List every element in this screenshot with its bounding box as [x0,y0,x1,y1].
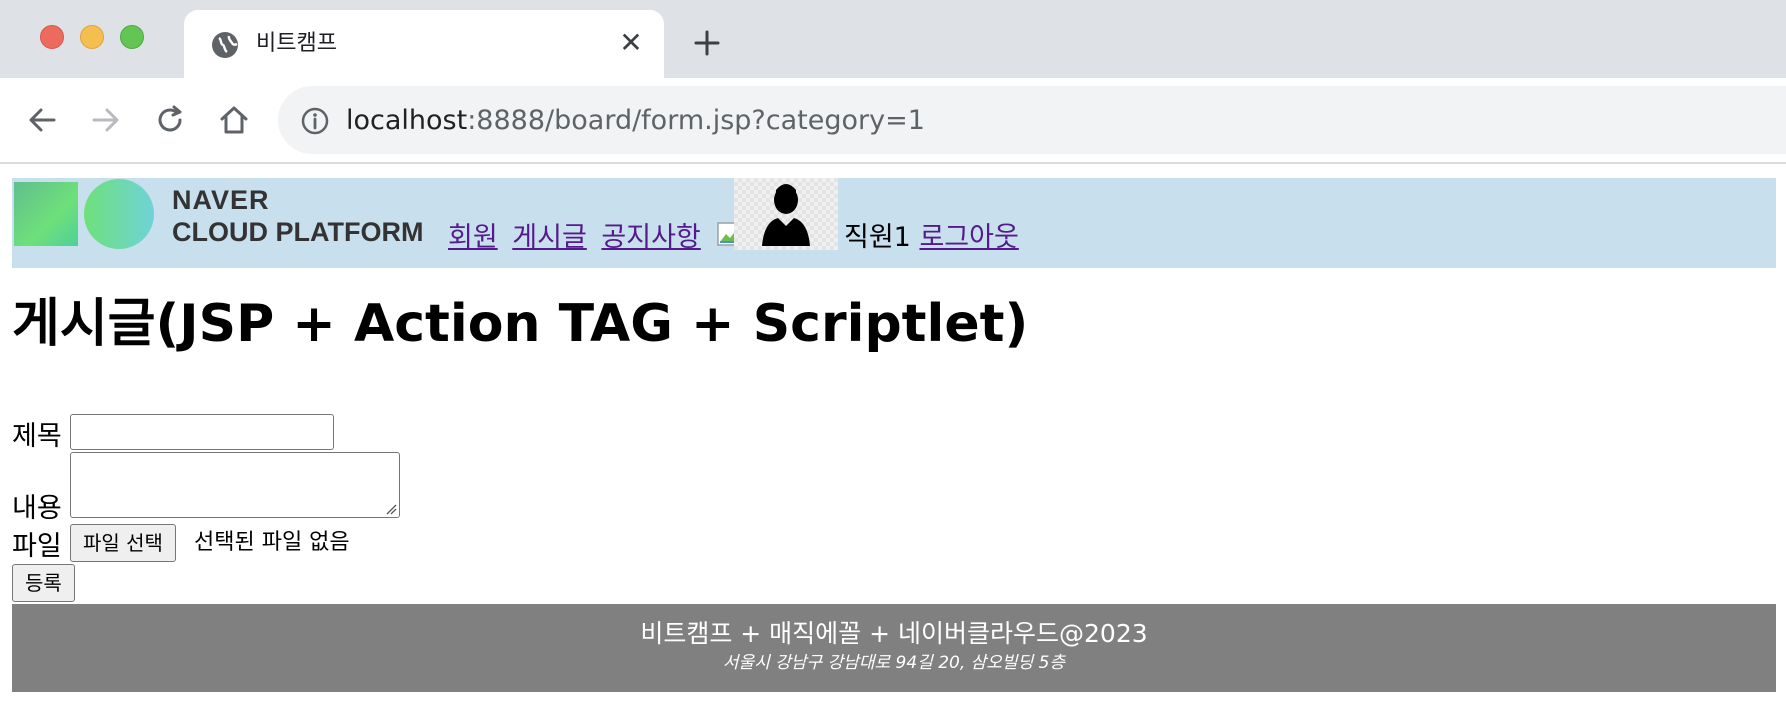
main-nav: 회원 게시글 공지사항 [448,220,747,256]
content-label: 내용 [12,493,62,524]
site-header: NAVER CLOUD PLATFORM 회원 게시글 공지사항 직원1 로그아… [12,178,1776,268]
tab-close-icon[interactable]: ✕ [616,28,646,58]
page-title: 게시글(JSP + Action TAG + Scriptlet) [12,294,1029,354]
title-row: 제목 [12,414,334,453]
tab-strip: 비트캠프 ✕ [0,0,1786,78]
address-bar[interactable]: localhost:8888/board/form.jsp?category=1 [278,86,1786,154]
logout-link[interactable]: 로그아웃 [919,222,1018,253]
url-host: localhost [346,105,468,136]
user-area: 직원1 로그아웃 [844,220,1019,256]
window-close-button[interactable] [40,25,64,49]
browser-tab[interactable]: 비트캠프 ✕ [184,10,664,78]
arrow-right-icon[interactable] [88,102,124,138]
site-footer: 비트캠프 + 매직에꼴 + 네이버클라우드@2023 서울시 강남구 강남대로 … [12,604,1776,692]
logo-line-2: CLOUD PLATFORM [172,217,424,247]
content-textarea[interactable] [70,452,400,518]
user-name: 직원1 [844,222,911,253]
logo-circle [84,179,154,249]
browser-toolbar: localhost:8888/board/form.jsp?category=1 [0,78,1786,164]
footer-address: 서울시 강남구 강남대로 94길 20, 삼오빌딩 5층 [722,653,1066,673]
url-path: :8888/board/form.jsp?category=1 [467,105,925,136]
file-row: 파일 파일 선택 선택된 파일 없음 [12,524,350,563]
logo-square [14,182,78,246]
avatar [734,178,838,250]
info-icon[interactable] [300,106,330,136]
tab-title: 비트캠프 [256,31,337,56]
resize-grip-icon[interactable] [385,503,397,515]
nav-link-notice[interactable]: 공지사항 [601,222,700,253]
file-status: 선택된 파일 없음 [194,530,350,555]
file-label: 파일 [12,531,62,562]
home-icon[interactable] [216,102,252,138]
arrow-left-icon[interactable] [24,102,60,138]
file-select-button[interactable]: 파일 선택 [70,524,176,562]
reload-icon[interactable] [152,102,188,138]
globe-icon [212,32,238,58]
plus-icon[interactable] [690,26,724,60]
naver-cloud-logo[interactable]: NAVER CLOUD PLATFORM [172,184,423,248]
title-label: 제목 [12,421,62,452]
nav-link-board[interactable]: 게시글 [512,222,587,253]
address-url[interactable]: localhost:8888/board/form.jsp?category=1 [346,105,925,137]
nav-link-members[interactable]: 회원 [448,222,498,253]
user-silhouette-icon [762,184,810,246]
submit-button[interactable]: 등록 [12,564,75,602]
footer-credits: 비트캠프 + 매직에꼴 + 네이버클라우드@2023 [640,619,1148,648]
window-zoom-button[interactable] [120,25,144,49]
title-input[interactable] [70,414,334,450]
window-minimize-button[interactable] [80,25,104,49]
logo-line-1: NAVER [172,185,270,215]
